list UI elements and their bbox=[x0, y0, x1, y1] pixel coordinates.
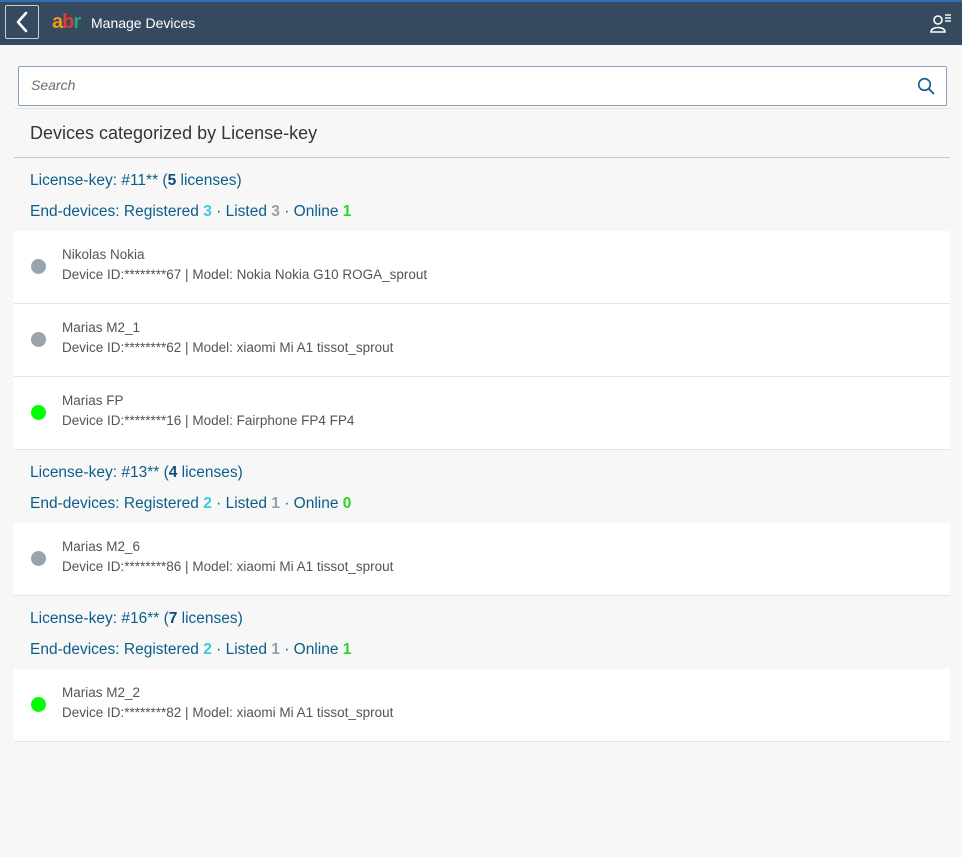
separator: · bbox=[279, 641, 294, 658]
listed-count: 3 bbox=[271, 203, 280, 220]
device-name: Marias M2_2 bbox=[62, 685, 141, 700]
end-devices-line: End-devices: Registered 2 · Listed 1 · O… bbox=[30, 641, 351, 659]
divider bbox=[14, 108, 950, 109]
registered-label: Registered bbox=[123, 203, 204, 220]
listed-label: Listed bbox=[225, 641, 272, 658]
license-key-label: License-key: bbox=[30, 464, 122, 481]
separator: · bbox=[211, 641, 226, 658]
online-count: 0 bbox=[342, 495, 352, 512]
online-label: Online bbox=[293, 203, 343, 220]
user-menu-button[interactable] bbox=[930, 12, 952, 34]
listed-label: Listed bbox=[225, 203, 272, 220]
license-group-header: License-key: #11** (5 licenses) End-devic… bbox=[14, 158, 950, 231]
listed-label: Listed bbox=[225, 495, 272, 512]
page-title: Manage Devices bbox=[91, 15, 196, 31]
license-count-open: ( bbox=[159, 464, 169, 481]
status-indicator-icon bbox=[31, 697, 46, 712]
separator: · bbox=[211, 203, 226, 220]
status-indicator-icon bbox=[31, 551, 46, 566]
device-info: Device ID:********62 | Model: xiaomi Mi … bbox=[62, 340, 394, 355]
device-name: Marias M2_6 bbox=[62, 539, 141, 554]
license-key-value: #13** bbox=[121, 464, 160, 481]
device-info: Device ID:********86 | Model: xiaomi Mi … bbox=[62, 559, 394, 574]
app-logo: abr bbox=[52, 11, 81, 33]
online-label: Online bbox=[293, 495, 343, 512]
license-key-value: #11** bbox=[121, 172, 159, 189]
separator: · bbox=[211, 495, 226, 512]
separator: · bbox=[279, 203, 294, 220]
device-list-item[interactable]: Marias M2_2 Device ID:********82 | Model:… bbox=[14, 669, 950, 742]
device-name: Nikolas Nokia bbox=[62, 247, 145, 262]
license-key-label: License-key: bbox=[30, 172, 122, 189]
registered-count: 3 bbox=[203, 203, 212, 220]
device-name: Marias M2_1 bbox=[62, 320, 141, 335]
end-devices-label: End-devices: bbox=[30, 641, 124, 658]
end-devices-line: End-devices: Registered 2 · Listed 1 · O… bbox=[30, 495, 351, 513]
license-count-suffix: licenses) bbox=[177, 464, 243, 481]
device-info: Device ID:********16 | Model: Fairphone … bbox=[62, 413, 355, 428]
device-list: License-key: #11** (5 licenses) End-devic… bbox=[14, 158, 950, 742]
online-count: 1 bbox=[342, 203, 352, 220]
listed-count: 1 bbox=[271, 495, 280, 512]
license-group-header: License-key: #13** (4 licenses) End-devic… bbox=[14, 450, 950, 523]
registered-count: 2 bbox=[203, 641, 212, 658]
license-count-open: ( bbox=[159, 610, 169, 627]
search-field[interactable] bbox=[18, 66, 947, 106]
registered-count: 2 bbox=[203, 495, 212, 512]
user-menu-icon bbox=[930, 14, 951, 33]
shell-bar: abr Manage Devices bbox=[0, 0, 962, 45]
license-key-line[interactable]: License-key: #16** (7 licenses) bbox=[30, 610, 243, 628]
license-key-line[interactable]: License-key: #13** (4 licenses) bbox=[30, 464, 243, 482]
section-title: Devices categorized by License-key bbox=[30, 123, 318, 143]
back-button[interactable] bbox=[5, 5, 39, 39]
status-indicator-icon bbox=[31, 332, 46, 347]
status-indicator-icon bbox=[31, 405, 46, 420]
online-label: Online bbox=[293, 641, 343, 658]
license-key-line[interactable]: License-key: #11** (5 licenses) bbox=[30, 172, 242, 190]
device-list-item[interactable]: Marias M2_6 Device ID:********86 | Model:… bbox=[14, 523, 950, 596]
listed-count: 1 bbox=[271, 641, 280, 658]
separator: · bbox=[279, 495, 294, 512]
end-devices-label: End-devices: bbox=[30, 203, 124, 220]
status-indicator-icon bbox=[31, 259, 46, 274]
registered-label: Registered bbox=[123, 495, 204, 512]
device-info: Device ID:********67 | Model: Nokia Noki… bbox=[62, 267, 428, 282]
search-input[interactable] bbox=[31, 77, 891, 93]
online-count: 1 bbox=[342, 641, 352, 658]
device-name: Marias FP bbox=[62, 393, 124, 408]
end-devices-line: End-devices: Registered 3 · Listed 3 · O… bbox=[30, 203, 351, 221]
license-key-value: #16** bbox=[121, 610, 160, 627]
device-list-item[interactable]: Nikolas Nokia Device ID:********67 | Mode… bbox=[14, 231, 950, 304]
device-info: Device ID:********82 | Model: xiaomi Mi … bbox=[62, 705, 394, 720]
license-count: 5 bbox=[167, 172, 177, 189]
license-count-suffix: licenses) bbox=[176, 172, 242, 189]
registered-label: Registered bbox=[123, 641, 204, 658]
end-devices-label: End-devices: bbox=[30, 495, 124, 512]
license-key-label: License-key: bbox=[30, 610, 122, 627]
device-list-item[interactable]: Marias FP Device ID:********16 | Model: F… bbox=[14, 377, 950, 450]
search-icon[interactable] bbox=[917, 77, 935, 95]
license-group-header: License-key: #16** (7 licenses) End-devic… bbox=[14, 596, 950, 669]
device-list-item[interactable]: Marias M2_1 Device ID:********62 | Model:… bbox=[14, 304, 950, 377]
license-count-open: ( bbox=[158, 172, 168, 189]
license-count-suffix: licenses) bbox=[177, 610, 243, 627]
chevron-left-icon bbox=[16, 11, 28, 33]
